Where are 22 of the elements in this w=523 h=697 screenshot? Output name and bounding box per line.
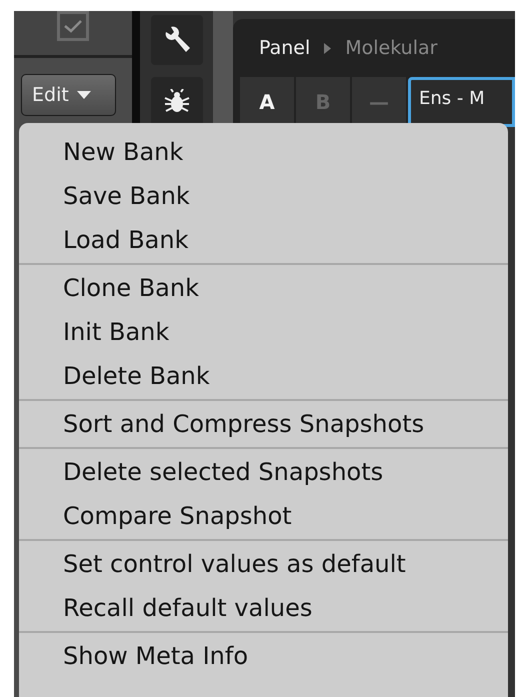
menu-item[interactable]: Delete selected Snapshots [19, 450, 508, 494]
chevron-icon [324, 42, 332, 54]
checkmark-icon [62, 18, 84, 34]
menu-item[interactable]: Delete Bank [19, 354, 508, 398]
menu-item[interactable]: Save Bank [19, 174, 508, 218]
menu-item[interactable]: Recall default values [19, 586, 508, 630]
menu-item[interactable]: Sort and Compress Snapshots [19, 402, 508, 446]
snapshot-name-field[interactable]: Ens - M [408, 77, 515, 127]
menu-item[interactable]: Set control values as default [19, 542, 508, 586]
breadcrumb-item[interactable]: Molekular [345, 37, 438, 59]
menu-item[interactable]: Compare Snapshot [19, 494, 508, 538]
caret-icon [76, 91, 91, 99]
menu-item[interactable]: Load Bank [19, 218, 508, 262]
menu-item[interactable]: Show Meta Info [19, 634, 508, 678]
bug-icon[interactable] [162, 89, 190, 115]
tool-button[interactable] [150, 15, 202, 65]
breadcrumb-item[interactable]: Panel [259, 37, 310, 59]
edit-button[interactable]: Edit [21, 74, 116, 116]
menu-item[interactable]: New Bank [19, 130, 508, 174]
checkbox[interactable] [57, 11, 89, 41]
menu-item[interactable]: Init Bank [19, 310, 508, 354]
menu-item[interactable]: Clone Bank [19, 266, 508, 310]
